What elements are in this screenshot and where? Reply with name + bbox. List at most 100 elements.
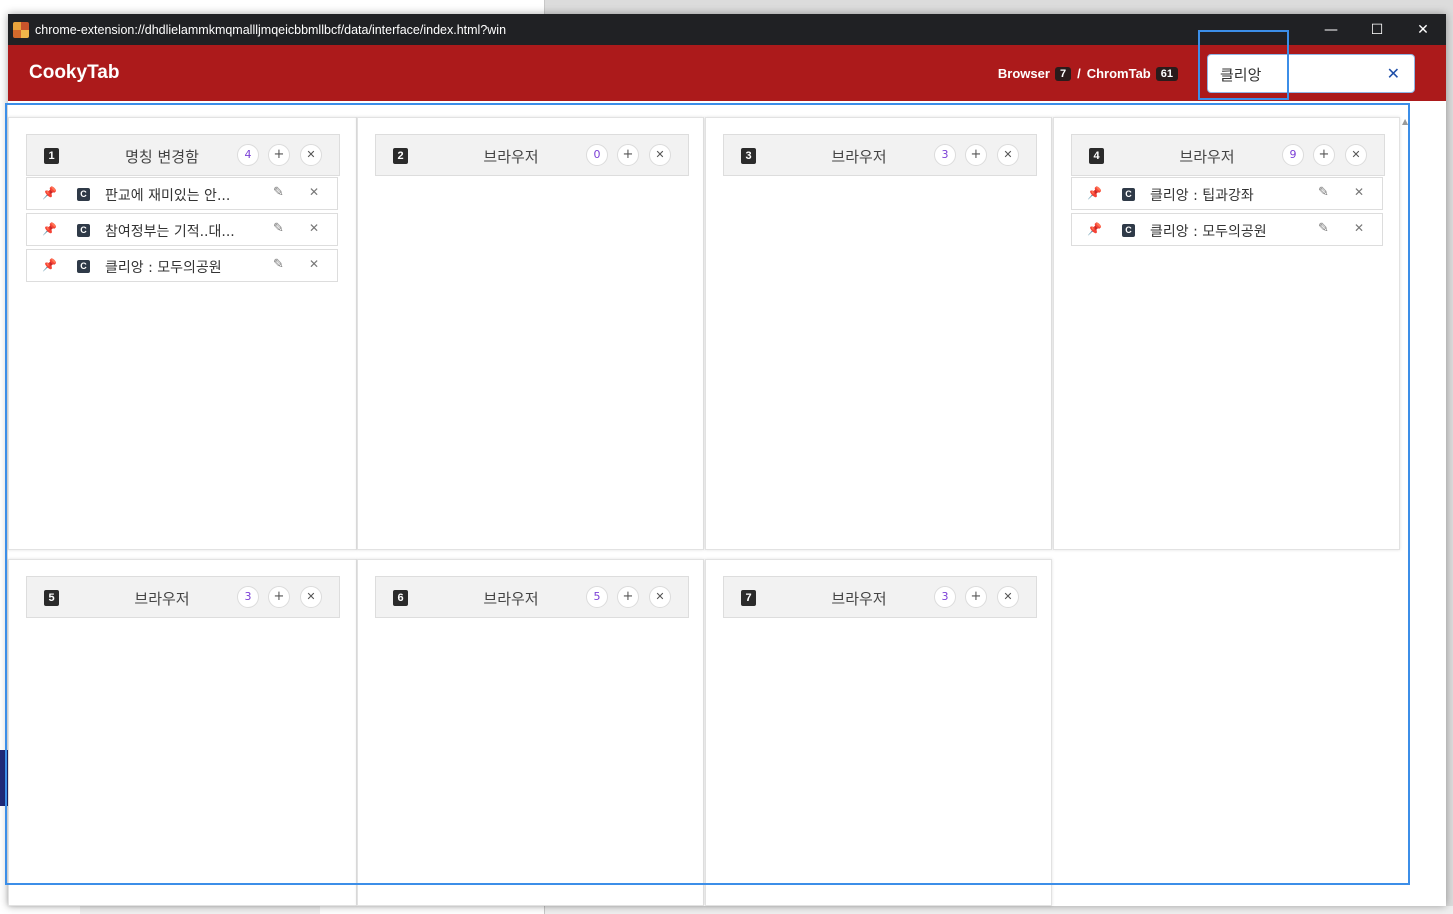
panel-number: 7 [741,590,756,606]
panel-header[interactable]: 1 명칭 변경함 4 + ✕ [26,134,340,176]
close-panel-button[interactable]: ✕ [649,586,671,608]
browser-panel: 7 브라우저 3 + ✕ [705,559,1052,906]
close-tab-icon[interactable]: ✕ [1354,221,1364,235]
close-panel-button[interactable]: ✕ [300,586,322,608]
tab-title[interactable]: 클리앙 : 모두의공원 [105,257,255,277]
browser-label: Browser [997,66,1050,81]
pin-icon[interactable]: 📌 [42,258,57,272]
pin-icon[interactable]: 📌 [1087,186,1102,200]
panel-title[interactable]: 브라우저 [784,588,934,609]
window-controls: — ☐ ✕ [1308,14,1446,45]
close-tab-icon[interactable]: ✕ [309,257,319,271]
panel-tab-count: 5 [586,586,608,608]
panel-title[interactable]: 브라우저 [87,588,237,609]
browser-panel: 5 브라우저 3 + ✕ [8,559,357,906]
edit-icon[interactable]: ✎ [273,221,284,236]
clien-favicon-icon: C [77,260,90,273]
pin-icon[interactable]: 📌 [42,222,57,236]
browser-panel: 4 브라우저 9 + ✕ 📌 C 클리앙 : 팁과강좌 ✎ ✕ 📌 C 클리앙 : 모두의공원 ✎ ✕ [1053,117,1400,550]
close-panel-button[interactable]: ✕ [997,586,1019,608]
add-tab-button[interactable]: + [617,144,639,166]
background-below-window [545,906,1453,914]
search-box: ✕ [1207,54,1415,93]
clien-favicon-icon: C [77,188,90,201]
tab-row[interactable]: 📌 C 클리앙 : 팁과강좌 ✎ ✕ [1071,177,1383,210]
panel-tab-count: 3 [934,144,956,166]
tab-title[interactable]: 판교에 재미있는 안... [105,185,255,205]
app-header: CookyTab Browser 7 / ChromTab 61 ✕ [8,45,1446,101]
app-icon [13,21,29,38]
edit-icon[interactable]: ✎ [273,185,284,200]
tab-title[interactable]: 클리앙 : 팁과강좌 [1150,185,1300,205]
tab-row[interactable]: 📌 C 참여정부는 기적..대... ✎ ✕ [26,213,338,246]
close-tab-icon[interactable]: ✕ [309,185,319,199]
add-tab-button[interactable]: + [1313,144,1335,166]
tab-row[interactable]: 📌 C 클리앙 : 모두의공원 ✎ ✕ [1071,213,1383,246]
panel-tab-count: 3 [237,586,259,608]
search-clear-icon[interactable]: ✕ [1387,64,1400,83]
add-tab-button[interactable]: + [268,144,290,166]
browser-count-badge: 7 [1054,66,1072,81]
panel-header[interactable]: 5 브라우저 3 + ✕ [26,576,340,618]
panel-title[interactable]: 브라우저 [1132,146,1282,167]
tab-row[interactable]: 📌 C 판교에 재미있는 안... ✎ ✕ [26,177,338,210]
panel-number: 2 [393,148,408,164]
panel-number: 1 [44,148,59,164]
clien-favicon-icon: C [1122,188,1135,201]
counts-separator: / [1077,66,1081,81]
panel-title[interactable]: 브라우저 [436,146,586,167]
pin-icon[interactable]: 📌 [42,186,57,200]
close-panel-button[interactable]: ✕ [300,144,322,166]
chromtab-label: ChromTab [1086,66,1151,81]
chromtab-count-badge: 61 [1155,66,1178,81]
title-bar[interactable]: chrome-extension://dhdlielammkmqmallljmq… [8,14,1446,45]
window-tab-counts: Browser 7 / ChromTab 61 [998,66,1184,81]
panel-tab-count: 3 [934,586,956,608]
panel-number: 5 [44,590,59,606]
browser-panel: 3 브라우저 3 + ✕ [705,117,1052,550]
browser-panel: 2 브라우저 0 + ✕ [357,117,704,550]
close-window-button[interactable]: ✕ [1400,14,1446,45]
clien-favicon-icon: C [1122,224,1135,237]
window-url: chrome-extension://dhdlielammkmqmallljmq… [35,22,507,37]
panel-title[interactable]: 브라우저 [784,146,934,167]
add-tab-button[interactable]: + [268,586,290,608]
search-input[interactable] [1220,63,1380,85]
maximize-button[interactable]: ☐ [1354,14,1400,45]
add-tab-button[interactable]: + [965,586,987,608]
panel-tab-count: 9 [1282,144,1304,166]
close-tab-icon[interactable]: ✕ [1354,185,1364,199]
add-tab-button[interactable]: + [965,144,987,166]
add-tab-button[interactable]: + [617,586,639,608]
tab-title[interactable]: 참여정부는 기적..대... [105,221,255,241]
tab-row[interactable]: 📌 C 클리앙 : 모두의공원 ✎ ✕ [26,249,338,282]
close-panel-button[interactable]: ✕ [649,144,671,166]
panel-header[interactable]: 4 브라우저 9 + ✕ [1071,134,1385,176]
panel-header[interactable]: 3 브라우저 3 + ✕ [723,134,1037,176]
clien-favicon-icon: C [77,224,90,237]
panel-number: 4 [1089,148,1104,164]
browser-panel: 1 명칭 변경함 4 + ✕ 📌 C 판교에 재미있는 안... ✎ ✕ 📌 C 참여정부는 기적..대… [8,117,357,550]
panel-title[interactable]: 브라우저 [436,588,586,609]
edit-icon[interactable]: ✎ [273,257,284,272]
panel-number: 6 [393,590,408,606]
panel-tab-count: 0 [586,144,608,166]
close-panel-button[interactable]: ✕ [997,144,1019,166]
background-taskbar-strip [0,750,8,806]
minimize-button[interactable]: — [1308,14,1354,45]
close-panel-button[interactable]: ✕ [1345,144,1367,166]
pin-icon[interactable]: 📌 [1087,222,1102,236]
brand-title: CookyTab [29,62,120,83]
panel-header[interactable]: 2 브라우저 0 + ✕ [375,134,689,176]
edit-icon[interactable]: ✎ [1318,221,1329,236]
panel-tab-count: 4 [237,144,259,166]
panel-number: 3 [741,148,756,164]
panel-header[interactable]: 6 브라우저 5 + ✕ [375,576,689,618]
panel-header[interactable]: 7 브라우저 3 + ✕ [723,576,1037,618]
panel-title[interactable]: 명칭 변경함 [87,146,237,167]
edit-icon[interactable]: ✎ [1318,185,1329,200]
browser-panel: 6 브라우저 5 + ✕ [357,559,704,906]
tab-title[interactable]: 클리앙 : 모두의공원 [1150,221,1300,241]
close-tab-icon[interactable]: ✕ [309,221,319,235]
scroll-up-arrow-icon[interactable]: ▲ [1402,117,1408,126]
